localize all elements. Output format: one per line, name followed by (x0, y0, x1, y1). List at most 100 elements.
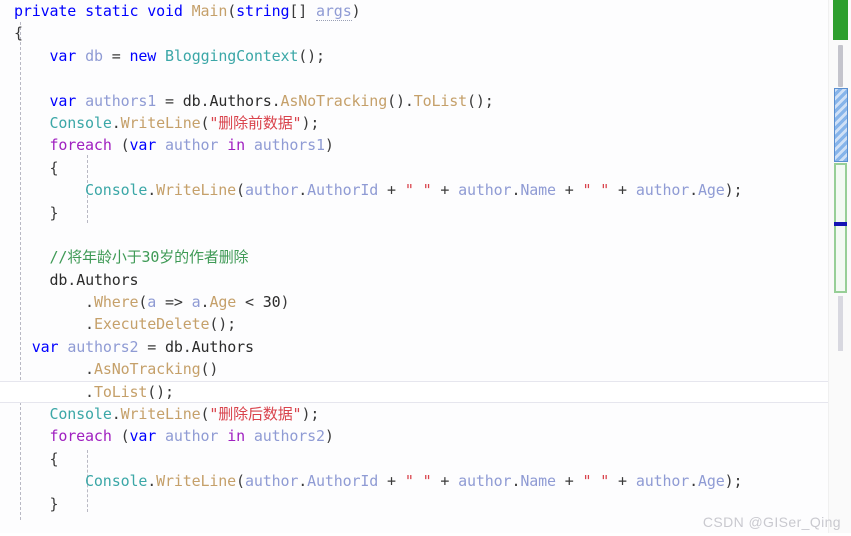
code-token: . (67, 270, 77, 289)
code-token: { (14, 24, 23, 43)
code-line-list: private static void Main(string[] args) {… (0, 0, 828, 536)
code-token: + (555, 472, 583, 491)
code-token: ( (236, 472, 245, 491)
code-token: authors1 (253, 136, 325, 155)
code-token: Console (49, 113, 112, 132)
code-line[interactable]: var db = new BloggingContext(); (0, 45, 828, 67)
code-line[interactable]: Console.WriteLine(author.AuthorId + " " … (0, 179, 828, 201)
code-token: "删除前数据" (209, 113, 302, 132)
code-token: } (14, 494, 59, 513)
code-token: db (49, 270, 68, 289)
code-token: WriteLine (156, 181, 237, 200)
code-token: author (458, 181, 512, 200)
code-token: var (31, 337, 59, 356)
code-token: in (227, 136, 245, 155)
code-token: ( (138, 293, 148, 312)
code-token: + (431, 181, 459, 200)
code-token: ToList (93, 382, 148, 401)
code-token: + (378, 472, 405, 491)
code-token: . (689, 181, 699, 200)
code-line[interactable]: foreach (var author in authors2) (0, 425, 828, 447)
code-line[interactable]: { (0, 448, 828, 470)
code-token: . (111, 405, 121, 424)
scrollbar-thumb[interactable] (834, 88, 848, 162)
code-line[interactable]: Console.WriteLine(author.AuthorId + " " … (0, 470, 828, 492)
code-token: var (129, 136, 157, 155)
code-token: [] (289, 2, 308, 20)
code-line[interactable]: { (0, 22, 828, 44)
code-line[interactable]: Console.WriteLine("删除前数据"); (0, 112, 828, 134)
code-text-area[interactable]: private static void Main(string[] args) {… (0, 0, 828, 536)
code-token: AuthorId (307, 181, 379, 200)
code-token: (); (298, 46, 325, 65)
code-token: AsNoTracking (280, 91, 388, 110)
code-token: BloggingContext (165, 46, 299, 65)
code-line[interactable]: .ExecuteDelete(); (0, 313, 828, 335)
code-token: db (165, 337, 183, 356)
code-token: Authors (76, 270, 139, 289)
code-token: => (156, 293, 192, 312)
code-token: ); (301, 405, 320, 424)
csdn-watermark: CSDN @GISer_Qing (702, 514, 841, 530)
code-line[interactable] (0, 67, 828, 89)
code-token: = (102, 46, 130, 65)
code-token: . (182, 337, 192, 356)
code-line[interactable]: var authors1 = db.Authors.AsNoTracking()… (0, 90, 828, 112)
code-token: author (244, 181, 299, 200)
code-token: var (49, 91, 77, 110)
code-token: new (129, 46, 157, 65)
code-token: //将年龄小于30岁的作者删除 (49, 248, 249, 267)
code-token: " " (582, 181, 610, 200)
code-line[interactable]: //将年龄小于30岁的作者删除 (0, 246, 828, 268)
code-line[interactable]: private static void Main(string[] args) (0, 0, 828, 22)
code-line[interactable] (0, 224, 828, 246)
code-token: Name (520, 181, 556, 200)
code-line[interactable]: .ToList(); (0, 380, 828, 404)
code-token: . (147, 472, 157, 491)
scrollbar-overview-gray-segment (838, 45, 843, 87)
code-token: author (635, 181, 690, 200)
code-token: author (165, 136, 219, 155)
code-line[interactable]: db.Authors (0, 269, 828, 291)
code-line[interactable]: } (0, 202, 828, 224)
code-token: ( (111, 136, 130, 155)
code-token: in (227, 427, 245, 446)
code-token: WriteLine (120, 405, 201, 424)
code-token: (). (387, 91, 414, 110)
code-token: author (165, 427, 219, 446)
scrollbar-track[interactable] (833, 0, 848, 536)
code-token: var (129, 427, 157, 446)
code-line[interactable]: foreach (var author in authors1) (0, 134, 828, 156)
code-token: ToList (413, 91, 468, 110)
code-token: a (191, 293, 201, 312)
code-line[interactable]: } (0, 493, 828, 515)
code-line[interactable]: var authors2 = db.Authors (0, 336, 828, 358)
code-token: Age (209, 293, 237, 312)
code-token: a (147, 293, 157, 312)
code-token: . (14, 293, 94, 312)
code-editor-window: private static void Main(string[] args) {… (0, 0, 851, 536)
code-line[interactable]: .AsNoTracking() (0, 358, 828, 380)
code-token: Main (191, 2, 228, 20)
code-line[interactable]: Console.WriteLine("删除后数据"); (0, 403, 828, 425)
code-token: ( (236, 181, 245, 200)
code-token: authors2 (253, 427, 325, 446)
vertical-scrollbar[interactable] (828, 0, 851, 536)
code-line[interactable]: .Where(a => a.Age < 30) (0, 291, 828, 313)
code-token: . (298, 472, 308, 491)
code-line[interactable]: { (0, 157, 828, 179)
code-token: Authors (191, 337, 254, 356)
